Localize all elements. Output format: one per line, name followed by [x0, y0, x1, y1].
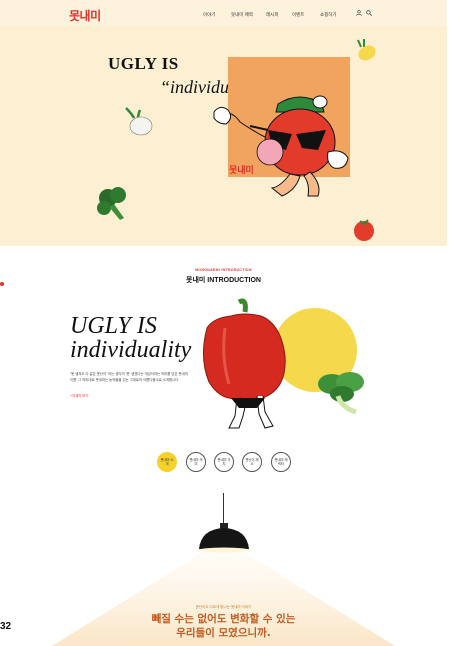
intro-headline-line1: UGLY IS [70, 313, 157, 339]
pepper-mascot-illustration [203, 298, 286, 429]
site-header: 못내미 이야기 못내미 매력 레시피 이벤트 쇼핑하기 [0, 0, 447, 26]
tomato-mascot-illustration [213, 95, 349, 197]
bok-choy-icon [318, 372, 364, 415]
lamp-subtitle: 못난이도 다르게 빛나는 못내미 이야기 [195, 605, 252, 609]
lemon-icon [357, 39, 376, 61]
intro-headline-line2: individuality [70, 337, 192, 363]
hero-headline: UGLY IS [108, 54, 179, 73]
user-icon[interactable] [356, 10, 362, 18]
broccoli-icon [97, 187, 126, 220]
radish-icon [125, 107, 153, 136]
nav-item-charm[interactable]: 못내미 매력 [231, 12, 253, 18]
intro-kicker: MONGNAEMI INTRODUCTION [195, 268, 252, 272]
intro-headline: UGLY IS individuality [70, 314, 191, 362]
intro-circle-button[interactable]: 못내미 가치 [214, 452, 234, 472]
lamp-cord [223, 493, 224, 527]
intro-title: 못내미 INTRODUCTION [186, 277, 261, 284]
badge-logo: 못내미 [229, 166, 254, 176]
nav-item-event[interactable]: 이벤트 [292, 12, 304, 18]
intro-circle-button[interactable]: 못내미 소개 [157, 452, 177, 472]
lamp-title-line1: 빼질 수는 없어도 변화할 수 있는 [151, 613, 296, 625]
page: 못내미 이야기 못내미 매력 레시피 이벤트 쇼핑하기 UGLY IS “ind… [0, 0, 447, 646]
pendant-lamp-icon [199, 523, 249, 553]
search-icon[interactable] [366, 10, 372, 18]
intro-description: “못 생겨도 다 같은 못난이” 라는 생각의 ‘못’ 생겼다는 개성이라는 의… [70, 372, 188, 382]
nav-item-recipe[interactable]: 레시피 [266, 12, 278, 18]
more-link[interactable]: +자세히 보기 [70, 393, 89, 398]
tomato-icon [354, 219, 374, 241]
lamp-title: 빼질 수는 없어도 변화할 수 있는 우리들이 모였으니까. [0, 612, 447, 640]
intro-circle-button[interactable]: 못내미 캐릭터 [271, 452, 291, 472]
brand-logo[interactable]: 못내미 [69, 7, 101, 24]
nav-item-story[interactable]: 이야기 [203, 12, 215, 18]
intro-circle-button[interactable]: 못내미 의미 [186, 452, 206, 472]
page-number: 32 [0, 621, 12, 632]
lamp-title-line2: 우리들이 모였으니까. [176, 627, 271, 639]
nav-item-shop[interactable]: 쇼핑하기 [320, 12, 337, 18]
intro-circle-button[interactable]: 못난이 채소 [242, 452, 262, 472]
